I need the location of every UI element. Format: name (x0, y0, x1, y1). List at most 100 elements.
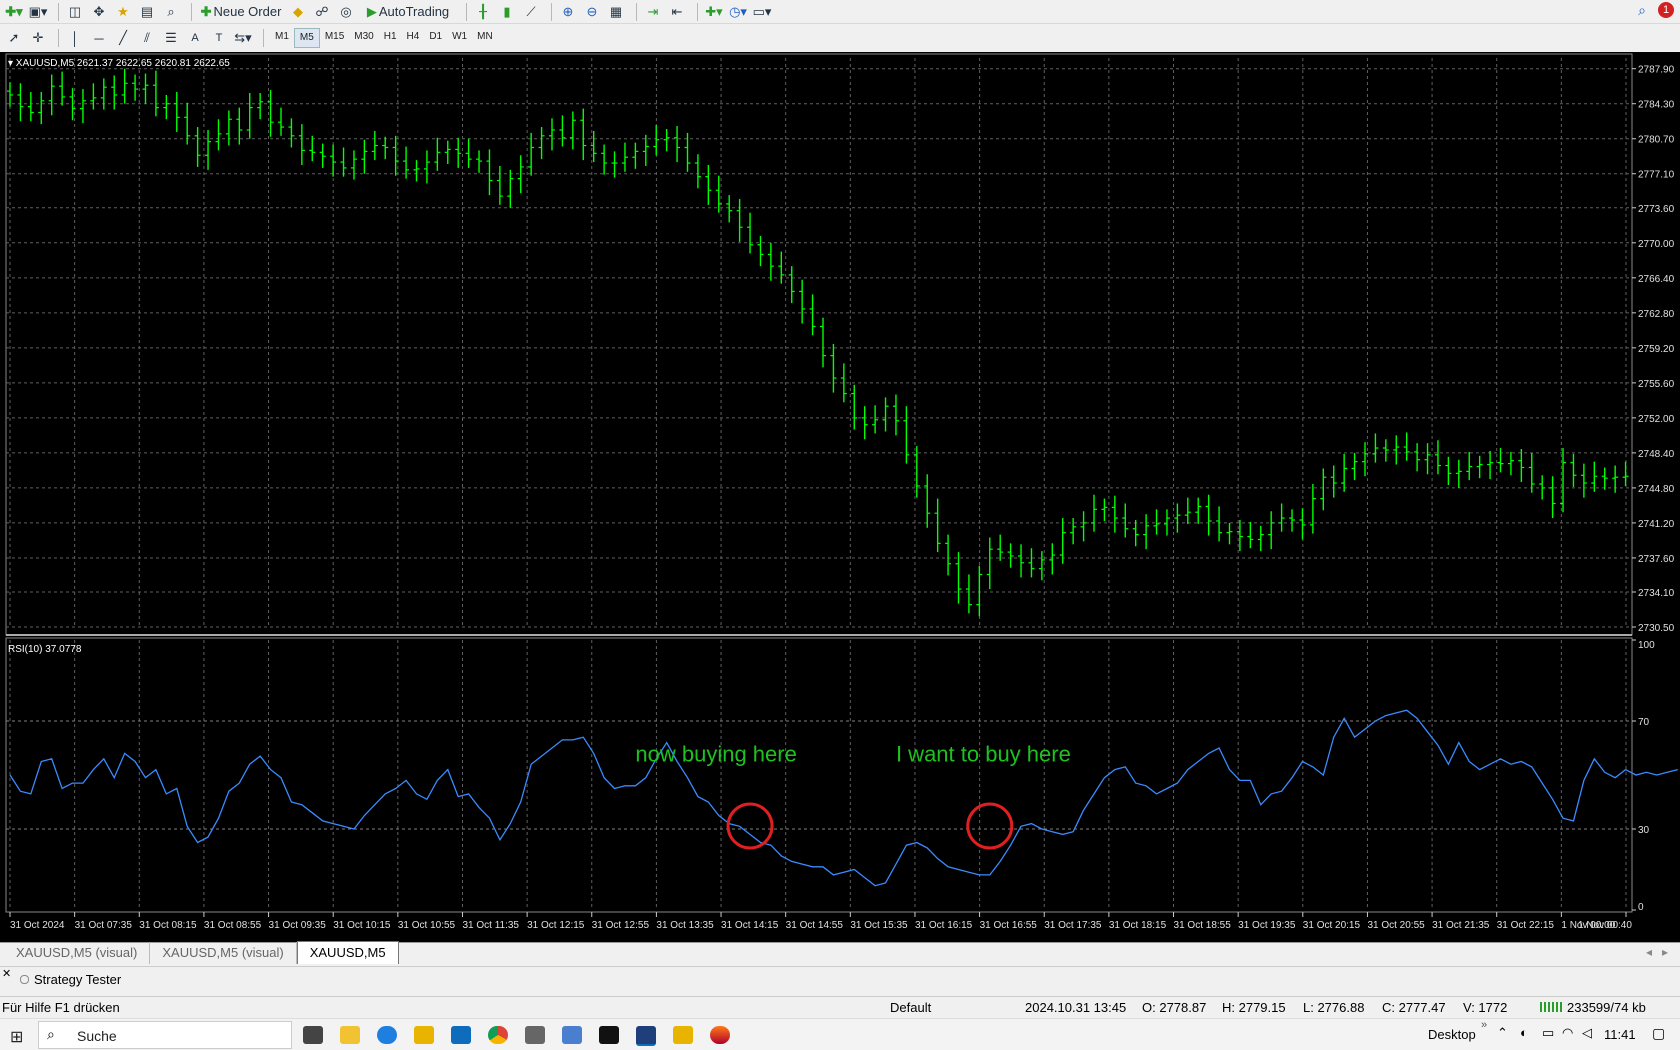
metatrader-app-icon[interactable] (636, 1026, 656, 1046)
timeframe-w1[interactable]: W1 (447, 28, 472, 46)
tab-xauusd-m5[interactable]: XAUUSD,M5 (296, 941, 399, 964)
chart-tabs: XAUUSD,M5 (visual) XAUUSD,M5 (visual) XA… (0, 941, 1680, 964)
widgets-icon[interactable] (340, 1026, 360, 1044)
file-explorer-icon[interactable] (414, 1026, 434, 1044)
strategy-tester-label[interactable]: Strategy Tester (34, 972, 121, 987)
navigator-icon[interactable]: ★ (113, 2, 133, 22)
rsi-tick-label: 0 (1638, 902, 1644, 913)
tile-windows-icon[interactable]: ▦ (606, 2, 626, 22)
windows-start-icon[interactable]: ⊞ (10, 1027, 23, 1047)
outlook-icon[interactable] (451, 1026, 471, 1044)
rsi-tick-label: 30 (1638, 825, 1650, 836)
chart-window[interactable]: 2787.90 2784.30 2780.70 2777.10 2773.60 2770.… (0, 52, 1680, 942)
tab-xauusd-visual-1[interactable]: XAUUSD,M5 (visual) (4, 942, 151, 964)
auto-scroll-icon[interactable]: ⇥ (643, 2, 663, 22)
chart-shift-icon[interactable]: ⇤ (667, 2, 687, 22)
templates-icon[interactable]: ▭▾ (752, 2, 772, 22)
new-order-icon: ✚ (200, 3, 212, 19)
time-tick-label: 31 Oct 15:35 (850, 920, 908, 931)
fibonacci-icon[interactable]: ☰ (161, 28, 181, 48)
timeframe-m1[interactable]: M1 (270, 28, 294, 46)
time-tick-label: 31 Oct 19:35 (1238, 920, 1296, 931)
profiles-icon[interactable]: ▣▾ (28, 2, 48, 22)
profile-name[interactable]: Default (890, 1000, 931, 1015)
price-tick-label: 2752.00 (1638, 414, 1675, 425)
timeframe-m15[interactable]: M15 (320, 28, 349, 46)
close-icon[interactable]: ✕ (2, 967, 11, 980)
firefox-icon[interactable] (710, 1026, 730, 1044)
taskbar-search[interactable]: ⌕ Suche (38, 1021, 292, 1049)
strategy-tester-icon[interactable]: ⌕ (161, 2, 181, 22)
metaeditor-app-icon[interactable] (673, 1026, 693, 1044)
notification-badge[interactable]: 1 (1658, 2, 1674, 18)
line-chart-icon[interactable]: ⟋ (521, 2, 541, 22)
notifications-icon[interactable]: ▢ (1652, 1025, 1665, 1042)
channel-icon[interactable]: ⫽ (137, 28, 157, 48)
bar-chart-icon[interactable]: ╂ (473, 2, 493, 22)
cursor-icon[interactable]: ➚ (4, 28, 24, 48)
crosshair-icon[interactable]: ✛ (28, 28, 48, 48)
candlestick-icon[interactable]: ▮ (497, 2, 517, 22)
edge-icon[interactable] (377, 1026, 397, 1044)
search-icon[interactable]: ⌕ (1638, 2, 1646, 19)
time-tick-label: 31 Oct 2024 (10, 920, 65, 931)
data-window-icon[interactable]: ✥ (89, 2, 109, 22)
text-icon[interactable]: A (185, 28, 205, 48)
calculator-icon[interactable] (525, 1026, 545, 1044)
timeframe-m30[interactable]: M30 (349, 28, 378, 46)
new-order-button[interactable]: ✚ Neue Order (198, 2, 284, 22)
annotation-circle-now (726, 802, 774, 850)
drawing-toolbar: ➚ ✛ │ ─ ╱ ⫽ ☰ A T ⇆▾ M1 M5 M15 M30 H1 H4 D1 W1 M… (0, 25, 1680, 51)
tab-scroll-left-icon[interactable]: ◂ (1646, 945, 1652, 959)
indicators-icon[interactable]: ✚▾ (704, 2, 724, 22)
battery-icon[interactable]: ▭ (1542, 1025, 1554, 1041)
zoom-out-icon[interactable]: ⊖ (582, 2, 602, 22)
status-volume: V: 1772 (1463, 1000, 1508, 1015)
price-chart-title: ▾ XAUUSD,M5 2621.37 2622.65 2620.81 2622… (8, 58, 230, 69)
new-chart-icon[interactable]: ✚▾ (4, 2, 24, 22)
status-close: C: 2777.47 (1382, 1000, 1446, 1015)
price-tick-label: 2780.70 (1638, 135, 1675, 146)
price-tick-label: 2755.60 (1638, 379, 1675, 390)
timeframe-h1[interactable]: H1 (379, 28, 402, 46)
volume-icon[interactable]: ◁ (1582, 1025, 1592, 1041)
market-watch-icon[interactable]: ◫ (65, 2, 85, 22)
network-app-icon[interactable] (562, 1026, 582, 1044)
taskbar-clock[interactable]: 11:41 (1604, 1027, 1636, 1042)
periods-icon[interactable]: ◷▾ (728, 2, 748, 22)
autotrading-button[interactable]: ▶ AutoTrading (360, 2, 456, 22)
autotrading-label: AutoTrading (378, 4, 450, 19)
price-tick-label: 2748.40 (1638, 449, 1675, 460)
text-label-icon[interactable]: T (209, 28, 229, 48)
meet-now-icon[interactable]: ◐ (1520, 1025, 1528, 1040)
tray-overflow-icon[interactable]: ⌃ (1497, 1025, 1508, 1041)
time-tick-label: 31 Oct 08:15 (139, 920, 197, 931)
terminal-app-icon[interactable] (599, 1026, 619, 1044)
metaeditor-icon[interactable]: ◆ (288, 2, 308, 22)
time-tick-label: 31 Oct 22:15 (1497, 920, 1555, 931)
terminal-icon[interactable]: ▤ (137, 2, 157, 22)
zoom-in-icon[interactable]: ⊕ (558, 2, 578, 22)
tab-scroll-right-icon[interactable]: ▸ (1662, 945, 1668, 959)
timeframe-mn[interactable]: MN (472, 28, 498, 46)
horizontal-line-icon[interactable]: ─ (89, 28, 109, 48)
chart-canvas[interactable]: 2787.90 2784.30 2780.70 2777.10 2773.60 2770.… (0, 52, 1680, 942)
time-tick-label: 31 Oct 08:55 (204, 920, 262, 931)
rsi-panel-border (5, 637, 1633, 913)
wifi-icon[interactable]: ◠ (1562, 1025, 1573, 1041)
tab-xauusd-visual-2[interactable]: XAUUSD,M5 (visual) (150, 942, 297, 964)
trendline-icon[interactable]: ╱ (113, 28, 133, 48)
vertical-line-icon[interactable]: │ (65, 28, 85, 48)
timeframe-d1[interactable]: D1 (424, 28, 447, 46)
chrome-icon[interactable] (488, 1026, 508, 1044)
market-icon[interactable]: ◎ (336, 2, 356, 22)
rsi-title: RSI(10) 37.0778 (8, 644, 82, 655)
time-tick-label: 31 Oct 13:35 (656, 920, 714, 931)
arrows-icon[interactable]: ⇆▾ (233, 28, 253, 48)
timeframe-h4[interactable]: H4 (402, 28, 425, 46)
new-order-label: Neue Order (213, 4, 282, 19)
timeframe-m5[interactable]: M5 (293, 28, 320, 48)
task-view-icon[interactable] (303, 1026, 323, 1044)
desktop-label[interactable]: Desktop (1428, 1027, 1476, 1042)
signals-icon[interactable]: ☍ (312, 2, 332, 22)
